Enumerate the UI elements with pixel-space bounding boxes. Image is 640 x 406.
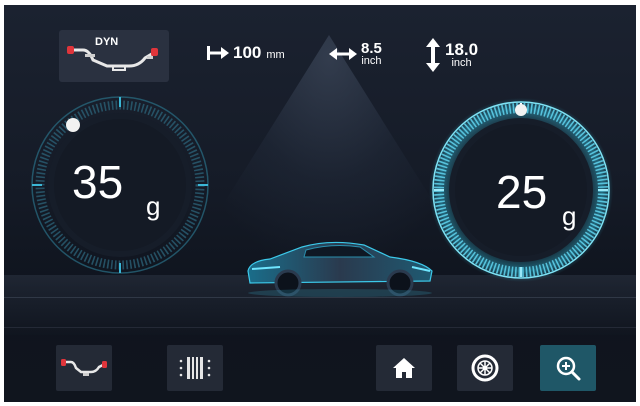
width-unit: inch xyxy=(361,55,382,67)
width-value: 8.5 xyxy=(361,40,382,57)
home-icon xyxy=(393,358,415,378)
car-illustration xyxy=(247,241,433,297)
left-plane-gauge: 35 g xyxy=(28,93,212,277)
rim-profile-icon xyxy=(61,359,107,376)
zoom-in-icon xyxy=(556,356,581,381)
rim-dyn-icon xyxy=(67,46,158,71)
tire-width-button[interactable] xyxy=(167,345,223,391)
offset-unit: mm xyxy=(266,49,285,61)
balancer-screen: DYN 100 mm 8.5 inch 18.0 inch 35 g 25 g xyxy=(4,5,636,402)
diameter-value: 18.0 xyxy=(445,40,479,59)
offset-value: 100 xyxy=(233,43,262,62)
diameter-unit: inch xyxy=(451,57,472,69)
offset-readout[interactable]: 100 mm xyxy=(206,43,285,63)
tire-tread-icon xyxy=(179,357,211,379)
width-readout[interactable]: 8.5 inch xyxy=(328,41,382,67)
mode-button[interactable]: DYN xyxy=(59,30,169,82)
zoom-in-button[interactable] xyxy=(540,345,596,391)
rim-profile-button[interactable] xyxy=(56,345,112,391)
width-arrow-icon xyxy=(329,48,357,60)
diameter-arrow-icon xyxy=(426,38,440,72)
distance-arrow-icon xyxy=(207,46,229,60)
wheel-button[interactable] xyxy=(457,345,513,391)
right-weight-unit: g xyxy=(562,201,577,231)
right-plane-gauge: 25 g xyxy=(428,97,614,283)
wheel-icon xyxy=(471,354,499,382)
left-weight-unit: g xyxy=(146,191,161,221)
home-button[interactable] xyxy=(376,345,432,391)
diameter-readout[interactable]: 18.0 inch xyxy=(424,37,478,73)
left-weight-value: 35 xyxy=(72,156,124,208)
right-weight-value: 25 xyxy=(496,166,548,218)
road-line xyxy=(4,327,636,328)
